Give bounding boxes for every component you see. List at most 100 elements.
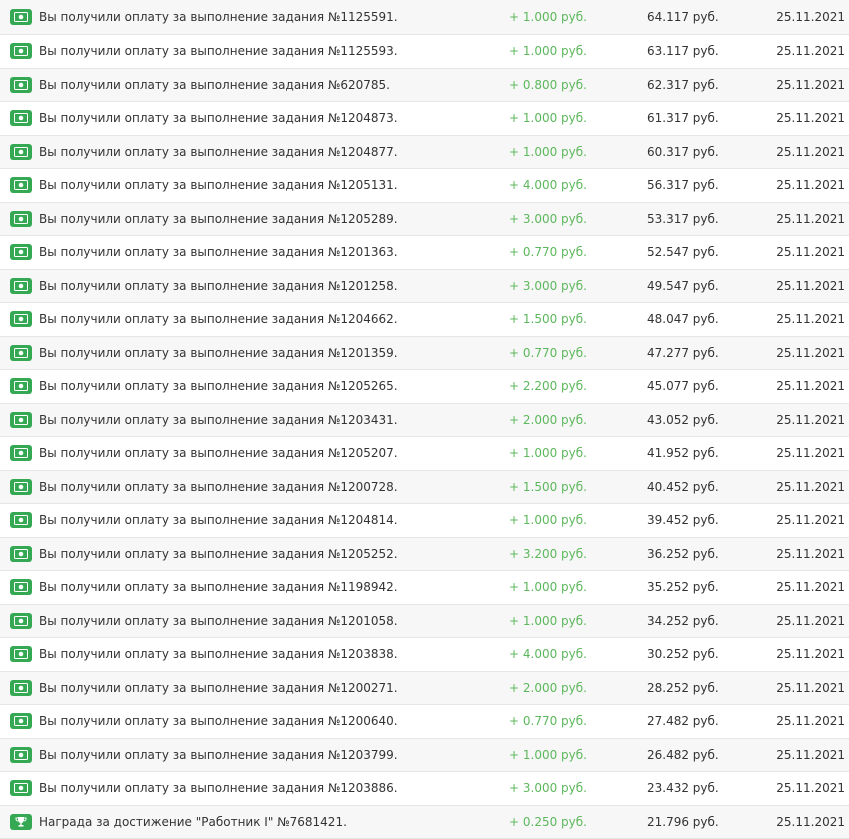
- transaction-row: Вы получили оплату за выполнение задания…: [0, 169, 849, 203]
- money-icon: [10, 479, 32, 495]
- transaction-amount: + 1.500 руб.: [509, 312, 587, 326]
- transaction-row: Вы получили оплату за выполнение задания…: [0, 270, 849, 304]
- money-icon: [10, 177, 32, 193]
- transaction-balance: 39.452 руб.: [647, 513, 719, 527]
- transaction-description: Вы получили оплату за выполнение задания…: [39, 379, 398, 393]
- transaction-date: 25.11.2021: [776, 78, 845, 92]
- transaction-row: Вы получили оплату за выполнение задания…: [0, 136, 849, 170]
- transaction-amount: + 1.000 руб.: [509, 748, 587, 762]
- transaction-amount: + 0.250 руб.: [509, 815, 587, 829]
- money-icon: [10, 244, 32, 260]
- transaction-description: Вы получили оплату за выполнение задания…: [39, 748, 398, 762]
- transaction-balance: 64.117 руб.: [647, 10, 719, 24]
- money-icon: [10, 77, 32, 93]
- transaction-description: Вы получили оплату за выполнение задания…: [39, 78, 390, 92]
- transaction-row: Вы получили оплату за выполнение задания…: [0, 69, 849, 103]
- transaction-row: Вы получили оплату за выполнение задания…: [0, 35, 849, 69]
- transaction-date: 25.11.2021: [776, 145, 845, 159]
- money-icon: [10, 311, 32, 327]
- transaction-description: Вы получили оплату за выполнение задания…: [39, 145, 398, 159]
- trophy-icon: [10, 814, 32, 830]
- transaction-description: Вы получили оплату за выполнение задания…: [39, 111, 398, 125]
- transaction-date: 25.11.2021: [776, 580, 845, 594]
- transaction-row: Вы получили оплату за выполнение задания…: [0, 739, 849, 773]
- transaction-balance: 40.452 руб.: [647, 480, 719, 494]
- transaction-balance: 63.117 руб.: [647, 44, 719, 58]
- transaction-amount: + 3.000 руб.: [509, 279, 587, 293]
- transaction-date: 25.11.2021: [776, 513, 845, 527]
- transaction-row: Вы получили оплату за выполнение задания…: [0, 102, 849, 136]
- transaction-date: 25.11.2021: [776, 781, 845, 795]
- transaction-balance: 28.252 руб.: [647, 681, 719, 695]
- transaction-balance: 43.052 руб.: [647, 413, 719, 427]
- transaction-description: Вы получили оплату за выполнение задания…: [39, 480, 398, 494]
- money-icon: [10, 579, 32, 595]
- transaction-description: Награда за достижение "Работник I" №7681…: [39, 815, 347, 829]
- transaction-description: Вы получили оплату за выполнение задания…: [39, 212, 398, 226]
- money-icon: [10, 546, 32, 562]
- transaction-amount: + 1.000 руб.: [509, 513, 587, 527]
- transaction-description: Вы получили оплату за выполнение задания…: [39, 312, 398, 326]
- transaction-date: 25.11.2021: [776, 44, 845, 58]
- transaction-row: Вы получили оплату за выполнение задания…: [0, 0, 849, 35]
- transaction-amount: + 2.000 руб.: [509, 681, 587, 695]
- transaction-balance: 49.547 руб.: [647, 279, 719, 293]
- transaction-row: Вы получили оплату за выполнение задания…: [0, 404, 849, 438]
- transaction-row: Вы получили оплату за выполнение задания…: [0, 370, 849, 404]
- transaction-description: Вы получили оплату за выполнение задания…: [39, 446, 398, 460]
- money-icon: [10, 43, 32, 59]
- transaction-balance: 60.317 руб.: [647, 145, 719, 159]
- transaction-balance: 45.077 руб.: [647, 379, 719, 393]
- transactions-table: Вы получили оплату за выполнение задания…: [0, 0, 849, 839]
- transaction-description: Вы получили оплату за выполнение задания…: [39, 781, 398, 795]
- money-icon: [10, 345, 32, 361]
- transaction-amount: + 1.000 руб.: [509, 111, 587, 125]
- money-icon: [10, 445, 32, 461]
- transaction-amount: + 3.000 руб.: [509, 212, 587, 226]
- transaction-date: 25.11.2021: [776, 714, 845, 728]
- transaction-amount: + 1.500 руб.: [509, 480, 587, 494]
- transaction-balance: 35.252 руб.: [647, 580, 719, 594]
- transaction-description: Вы получили оплату за выполнение задания…: [39, 547, 398, 561]
- transaction-row: Вы получили оплату за выполнение задания…: [0, 203, 849, 237]
- transaction-row: Вы получили оплату за выполнение задания…: [0, 236, 849, 270]
- transaction-date: 25.11.2021: [776, 379, 845, 393]
- transaction-description: Вы получили оплату за выполнение задания…: [39, 647, 398, 661]
- transaction-amount: + 0.770 руб.: [509, 245, 587, 259]
- transaction-description: Вы получили оплату за выполнение задания…: [39, 245, 398, 259]
- transaction-row: Вы получили оплату за выполнение задания…: [0, 605, 849, 639]
- transaction-balance: 52.547 руб.: [647, 245, 719, 259]
- transaction-description: Вы получили оплату за выполнение задания…: [39, 178, 398, 192]
- transaction-amount: + 1.000 руб.: [509, 10, 587, 24]
- money-icon: [10, 110, 32, 126]
- transaction-row: Вы получили оплату за выполнение задания…: [0, 672, 849, 706]
- transaction-date: 25.11.2021: [776, 413, 845, 427]
- transaction-balance: 27.482 руб.: [647, 714, 719, 728]
- transaction-row: Вы получили оплату за выполнение задания…: [0, 471, 849, 505]
- transaction-row: Награда за достижение "Работник I" №7681…: [0, 806, 849, 839]
- transaction-balance: 48.047 руб.: [647, 312, 719, 326]
- money-icon: [10, 9, 32, 25]
- money-icon: [10, 378, 32, 394]
- transaction-amount: + 1.000 руб.: [509, 614, 587, 628]
- transaction-description: Вы получили оплату за выполнение задания…: [39, 279, 398, 293]
- transaction-amount: + 0.800 руб.: [509, 78, 587, 92]
- transaction-description: Вы получили оплату за выполнение задания…: [39, 681, 398, 695]
- transaction-balance: 62.317 руб.: [647, 78, 719, 92]
- money-icon: [10, 613, 32, 629]
- transaction-balance: 61.317 руб.: [647, 111, 719, 125]
- transaction-date: 25.11.2021: [776, 748, 845, 762]
- transaction-balance: 36.252 руб.: [647, 547, 719, 561]
- money-icon: [10, 412, 32, 428]
- transaction-description: Вы получили оплату за выполнение задания…: [39, 10, 398, 24]
- transaction-description: Вы получили оплату за выполнение задания…: [39, 714, 398, 728]
- transaction-date: 25.11.2021: [776, 346, 845, 360]
- transaction-description: Вы получили оплату за выполнение задания…: [39, 513, 398, 527]
- money-icon: [10, 512, 32, 528]
- transaction-balance: 34.252 руб.: [647, 614, 719, 628]
- transaction-row: Вы получили оплату за выполнение задания…: [0, 303, 849, 337]
- transaction-amount: + 3.200 руб.: [509, 547, 587, 561]
- transaction-amount: + 2.000 руб.: [509, 413, 587, 427]
- transaction-amount: + 4.000 руб.: [509, 178, 587, 192]
- transaction-date: 25.11.2021: [776, 480, 845, 494]
